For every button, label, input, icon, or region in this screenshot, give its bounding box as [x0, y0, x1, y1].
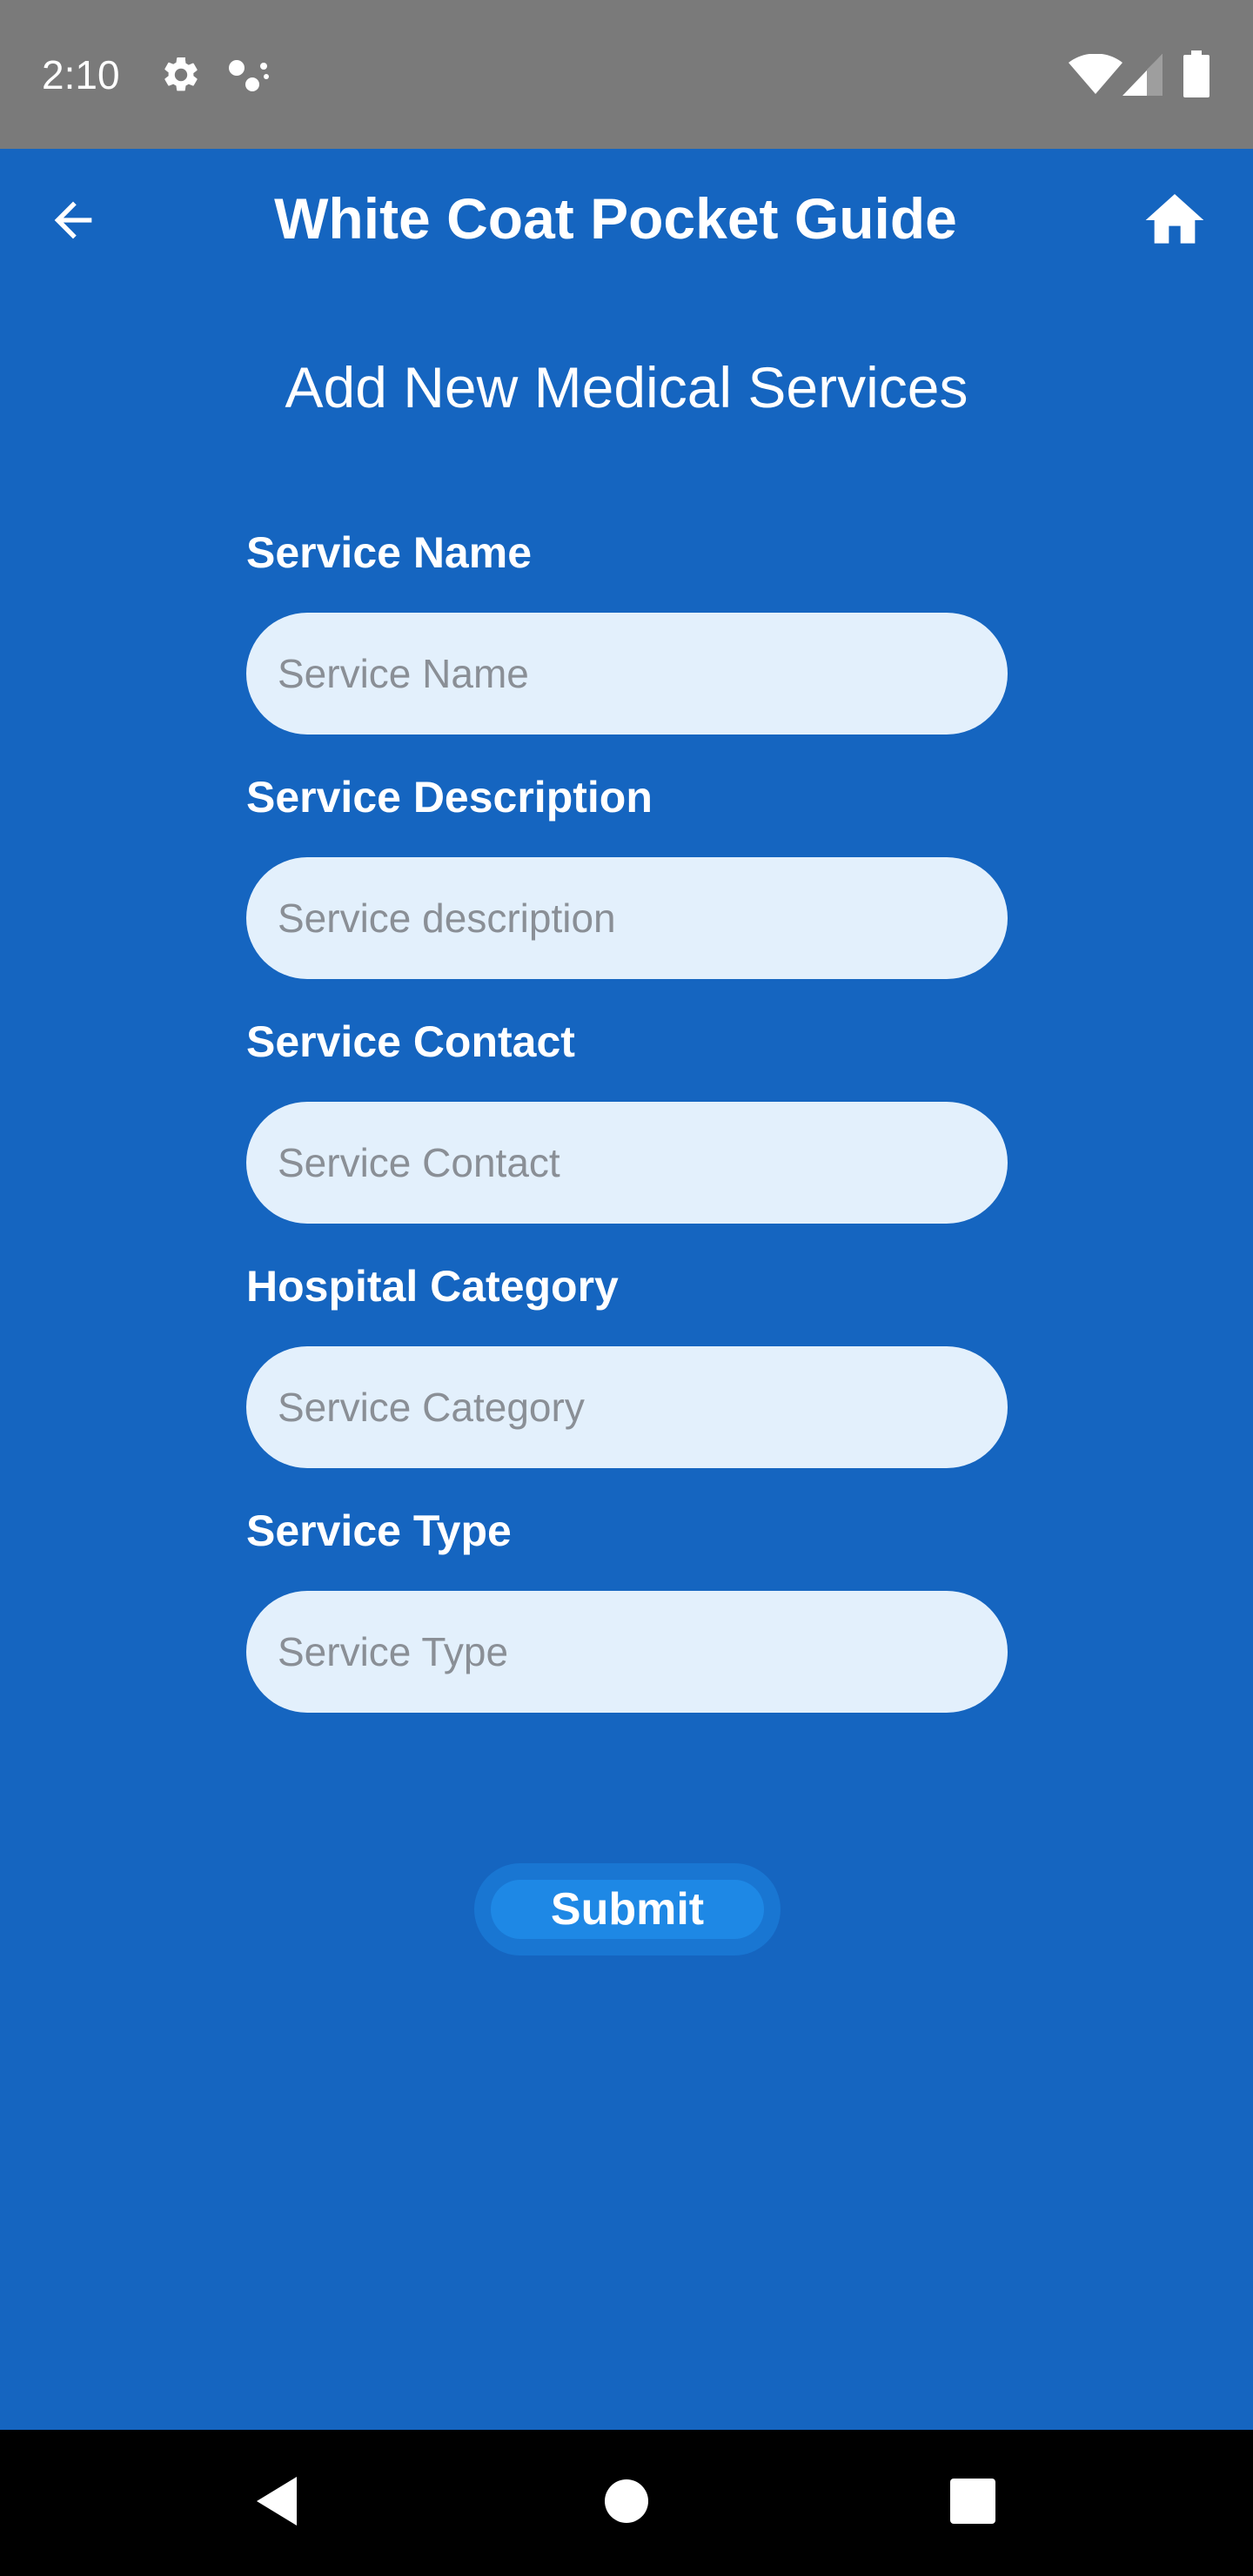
nav-back-button[interactable]	[233, 2459, 320, 2546]
service-name-label: Service Name	[246, 528, 533, 577]
app-title: White Coat Pocket Guide	[274, 186, 957, 251]
battery-icon	[1183, 50, 1209, 97]
home-circle-icon	[604, 2479, 649, 2528]
status-time: 2:10	[42, 52, 120, 97]
status-bar: 2:10	[0, 0, 1253, 149]
back-triangle-icon	[253, 2475, 300, 2532]
service-description-input[interactable]	[246, 857, 1008, 979]
nav-home-button[interactable]	[583, 2459, 670, 2546]
submit-button[interactable]: Submit	[491, 1880, 764, 1939]
service-contact-label: Service Contact	[246, 1017, 575, 1066]
recents-square-icon	[949, 2478, 996, 2529]
arrow-left-icon	[45, 192, 101, 252]
cell-signal-icon	[1122, 54, 1163, 96]
assistant-dots-icon	[226, 56, 271, 94]
service-category-input[interactable]	[246, 1346, 1008, 1468]
home-icon	[1140, 185, 1209, 259]
settings-icon	[160, 54, 202, 96]
back-button[interactable]	[35, 184, 111, 260]
wifi-icon	[1069, 53, 1122, 96]
submit-button-container: Submit	[474, 1863, 781, 1955]
service-description-label: Service Description	[246, 773, 653, 822]
service-name-input[interactable]	[246, 613, 1008, 735]
page-heading: Add New Medical Services	[285, 355, 968, 419]
hospital-category-label: Hospital Category	[246, 1262, 619, 1311]
home-button[interactable]	[1136, 184, 1213, 260]
navigation-bar	[0, 2430, 1253, 2576]
service-type-input[interactable]	[246, 1591, 1008, 1713]
service-contact-input[interactable]	[246, 1102, 1008, 1224]
service-type-label: Service Type	[246, 1506, 512, 1555]
nav-recents-button[interactable]	[929, 2459, 1016, 2546]
app-bar: White Coat Pocket Guide	[0, 149, 1253, 290]
